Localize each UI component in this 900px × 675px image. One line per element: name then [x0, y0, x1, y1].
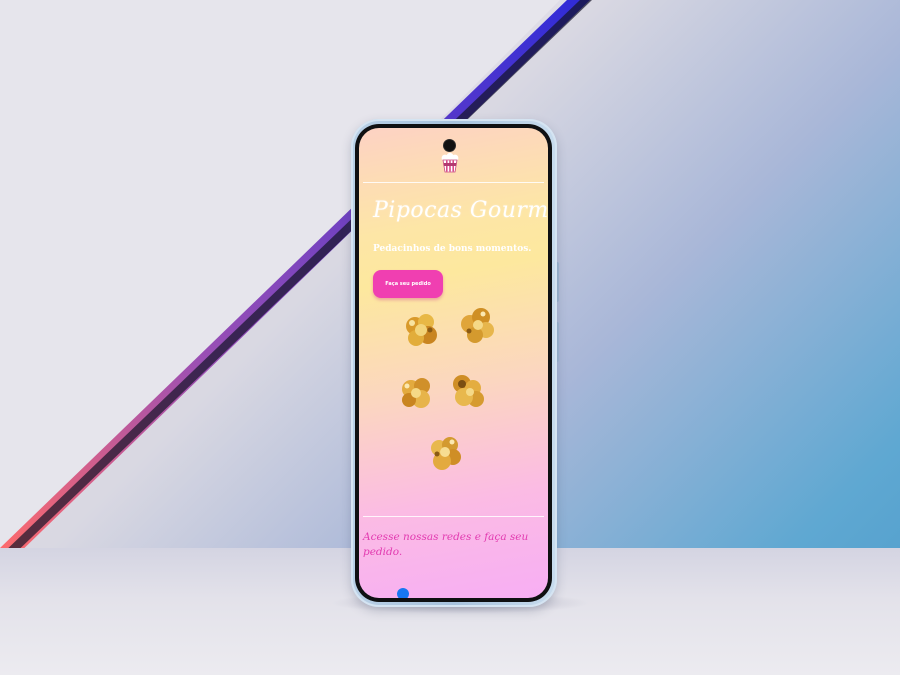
header-divider — [363, 182, 544, 183]
page-title: Pipocas Gourmet — [373, 198, 548, 223]
phone-device: Pipocas Gourmet Pedacinhos de bons momen… — [351, 119, 557, 607]
front-camera — [444, 140, 455, 151]
page-subtitle: Pedacinhos de bons momentos. — [373, 244, 532, 254]
order-button[interactable]: Faça seu pedido — [373, 270, 443, 298]
popcorn-image — [406, 314, 437, 346]
facebook-icon[interactable] — [397, 588, 409, 598]
phone-bezel: Pipocas Gourmet Pedacinhos de bons momen… — [355, 124, 552, 602]
popcorn-image — [431, 437, 461, 470]
product-mockup-scene: Pipocas Gourmet Pedacinhos de bons momen… — [0, 0, 900, 675]
phone-screen: Pipocas Gourmet Pedacinhos de bons momen… — [359, 128, 548, 598]
social-cta-text: Acesse nossas redes e faça seu pedido. — [363, 531, 529, 558]
popcorn-image — [402, 378, 430, 408]
popcorn-bucket-icon — [441, 152, 459, 173]
popcorn-image — [461, 308, 494, 343]
popcorn-image — [453, 375, 484, 407]
content-divider — [363, 516, 544, 517]
